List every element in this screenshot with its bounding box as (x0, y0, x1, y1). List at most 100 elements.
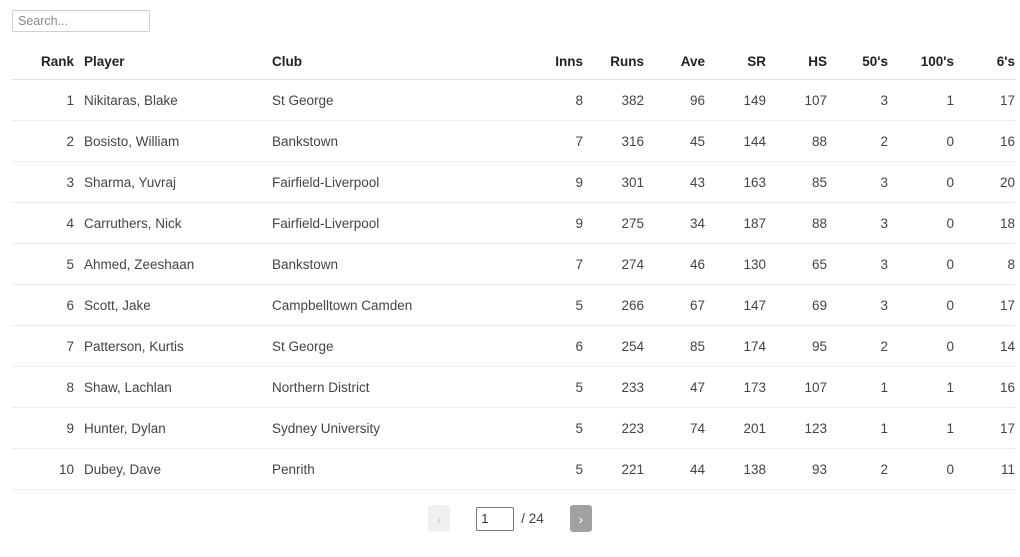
cell-hundreds: 0 (888, 284, 954, 326)
cell-player: Hunter, Dylan (74, 407, 272, 449)
search-input[interactable] (12, 10, 150, 32)
column-header-hundreds[interactable]: 100's (888, 48, 954, 80)
table-row[interactable]: 2 Bosisto, William Bankstown 7 316 45 14… (12, 120, 1015, 162)
cell-runs: 275 (583, 202, 644, 244)
cell-hs: 123 (766, 407, 827, 449)
cell-ave: 96 (644, 79, 705, 121)
cell-inns: 5 (522, 366, 583, 408)
cell-sixes: 16 (954, 366, 1015, 408)
table-row[interactable]: 3 Sharma, Yuvraj Fairfield-Liverpool 9 3… (12, 161, 1015, 203)
cell-ave: 43 (644, 161, 705, 203)
table-row[interactable]: 4 Carruthers, Nick Fairfield-Liverpool 9… (12, 202, 1015, 244)
cell-ave: 34 (644, 202, 705, 244)
cell-fifties: 1 (827, 407, 888, 449)
cell-hundreds: 0 (888, 448, 954, 490)
cell-fifties: 3 (827, 79, 888, 121)
cell-hundreds: 1 (888, 366, 954, 408)
column-header-sr[interactable]: SR (705, 48, 766, 80)
cell-player: Scott, Jake (74, 284, 272, 326)
column-header-hs[interactable]: HS (766, 48, 827, 80)
cell-sr: 130 (705, 243, 766, 285)
cell-ave: 44 (644, 448, 705, 490)
cell-club: St George (272, 325, 522, 367)
page-number-input[interactable] (476, 506, 515, 531)
cell-club: Sydney University (272, 407, 522, 449)
cell-fifties: 1 (827, 366, 888, 408)
cell-hs: 88 (766, 202, 827, 244)
cell-fifties: 3 (827, 161, 888, 203)
cell-inns: 9 (522, 202, 583, 244)
cell-hundreds: 0 (888, 325, 954, 367)
column-header-inns[interactable]: Inns (522, 48, 583, 80)
cell-rank: 1 (12, 79, 74, 121)
column-header-ave[interactable]: Ave (644, 48, 705, 80)
cell-ave: 45 (644, 120, 705, 162)
table-row[interactable]: 9 Hunter, Dylan Sydney University 5 223 … (12, 407, 1015, 449)
cell-fifties: 2 (827, 325, 888, 367)
cell-player: Bosisto, William (74, 120, 272, 162)
column-header-club[interactable]: Club (272, 48, 522, 80)
cell-ave: 46 (644, 243, 705, 285)
cell-sr: 163 (705, 161, 766, 203)
cell-player: Sharma, Yuvraj (74, 161, 272, 203)
table-row[interactable]: 10 Dubey, Dave Penrith 5 221 44 138 93 2… (12, 448, 1015, 490)
cell-hs: 107 (766, 366, 827, 408)
table-header-row: Rank Player Club Inns Runs Ave SR HS 50'… (12, 48, 1015, 80)
cell-rank: 5 (12, 243, 74, 285)
cell-sixes: 17 (954, 284, 1015, 326)
stats-table-container: Rank Player Club Inns Runs Ave SR HS 50'… (0, 48, 1020, 490)
table-row[interactable]: 5 Ahmed, Zeeshaan Bankstown 7 274 46 130… (12, 243, 1015, 285)
cell-fifties: 2 (827, 120, 888, 162)
cell-sixes: 20 (954, 161, 1015, 203)
cell-runs: 221 (583, 448, 644, 490)
cell-player: Shaw, Lachlan (74, 366, 272, 408)
cell-sixes: 17 (954, 79, 1015, 121)
cell-sixes: 11 (954, 448, 1015, 490)
cell-sixes: 16 (954, 120, 1015, 162)
table-row[interactable]: 7 Patterson, Kurtis St George 6 254 85 1… (12, 325, 1015, 367)
total-pages-label: / 24 (521, 511, 544, 526)
cell-runs: 274 (583, 243, 644, 285)
cell-rank: 6 (12, 284, 74, 326)
column-header-player[interactable]: Player (74, 48, 272, 80)
cell-club: Bankstown (272, 243, 522, 285)
next-page-button[interactable]: › (569, 505, 592, 532)
cell-sr: 147 (705, 284, 766, 326)
column-header-rank[interactable]: Rank (12, 48, 74, 80)
table-row[interactable]: 6 Scott, Jake Campbelltown Camden 5 266 … (12, 284, 1015, 326)
cell-player: Ahmed, Zeeshaan (74, 243, 272, 285)
table-row[interactable]: 1 Nikitaras, Blake St George 8 382 96 14… (12, 79, 1015, 121)
cell-player: Carruthers, Nick (74, 202, 272, 244)
cell-sr: 144 (705, 120, 766, 162)
table-row[interactable]: 8 Shaw, Lachlan Northern District 5 233 … (12, 366, 1015, 408)
cell-inns: 5 (522, 284, 583, 326)
cell-player: Dubey, Dave (74, 448, 272, 490)
cell-runs: 316 (583, 120, 644, 162)
cell-runs: 266 (583, 284, 644, 326)
cell-sr: 149 (705, 79, 766, 121)
column-header-fifties[interactable]: 50's (827, 48, 888, 80)
column-header-runs[interactable]: Runs (583, 48, 644, 80)
cell-fifties: 3 (827, 202, 888, 244)
table-header: Rank Player Club Inns Runs Ave SR HS 50'… (12, 48, 1015, 80)
cell-inns: 6 (522, 325, 583, 367)
cell-club: Campbelltown Camden (272, 284, 522, 326)
cell-club: Fairfield-Liverpool (272, 161, 522, 203)
column-header-sixes[interactable]: 6's (954, 48, 1015, 80)
cell-club: Northern District (272, 366, 522, 408)
cell-sr: 173 (705, 366, 766, 408)
cell-club: St George (272, 79, 522, 121)
cell-inns: 5 (522, 407, 583, 449)
cell-runs: 254 (583, 325, 644, 367)
cell-hs: 69 (766, 284, 827, 326)
cell-hs: 88 (766, 120, 827, 162)
cell-inns: 9 (522, 161, 583, 203)
previous-page-button[interactable]: ‹ (428, 505, 451, 532)
cell-hs: 107 (766, 79, 827, 121)
cell-hs: 85 (766, 161, 827, 203)
cell-rank: 4 (12, 202, 74, 244)
cell-club: Penrith (272, 448, 522, 490)
cell-fifties: 3 (827, 284, 888, 326)
cell-runs: 301 (583, 161, 644, 203)
cell-hundreds: 0 (888, 202, 954, 244)
